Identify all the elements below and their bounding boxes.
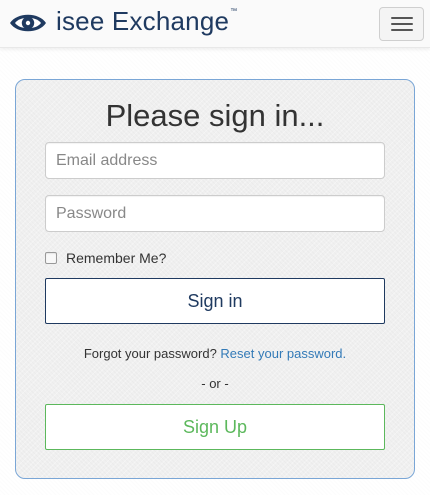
forgot-password-text: Forgot your password? (83, 346, 221, 361)
or-divider: - or - (201, 376, 229, 391)
remember-me-label[interactable]: Remember Me? (66, 250, 166, 266)
forgot-password-row: Forgot your password? Reset your passwor… (16, 346, 414, 361)
email-field[interactable] (45, 142, 385, 179)
brand-name: isee Exchange (56, 5, 230, 36)
sign-up-button[interactable]: Sign Up (45, 404, 385, 450)
signin-panel: Please sign in... Remember Me? Sign in F… (15, 79, 415, 479)
eye-icon (10, 14, 46, 32)
brand-trademark: ™ (230, 7, 238, 15)
signin-title: Please sign in... (105, 98, 325, 133)
sign-in-button[interactable]: Sign in (45, 278, 385, 324)
remember-me[interactable]: Remember Me? (45, 250, 166, 266)
hamburger-menu-icon (390, 17, 413, 19)
password-field[interactable] (45, 195, 385, 232)
navbar: isee Exchange ™ (0, 0, 430, 48)
brand-logo[interactable]: isee Exchange ™ (8, 5, 237, 41)
menu-toggle-button[interactable] (379, 7, 424, 41)
remember-me-checkbox[interactable] (45, 252, 57, 264)
hamburger-menu-icon (390, 23, 413, 25)
reset-password-link[interactable]: Reset your password. (220, 346, 346, 361)
hamburger-menu-icon (390, 29, 413, 31)
